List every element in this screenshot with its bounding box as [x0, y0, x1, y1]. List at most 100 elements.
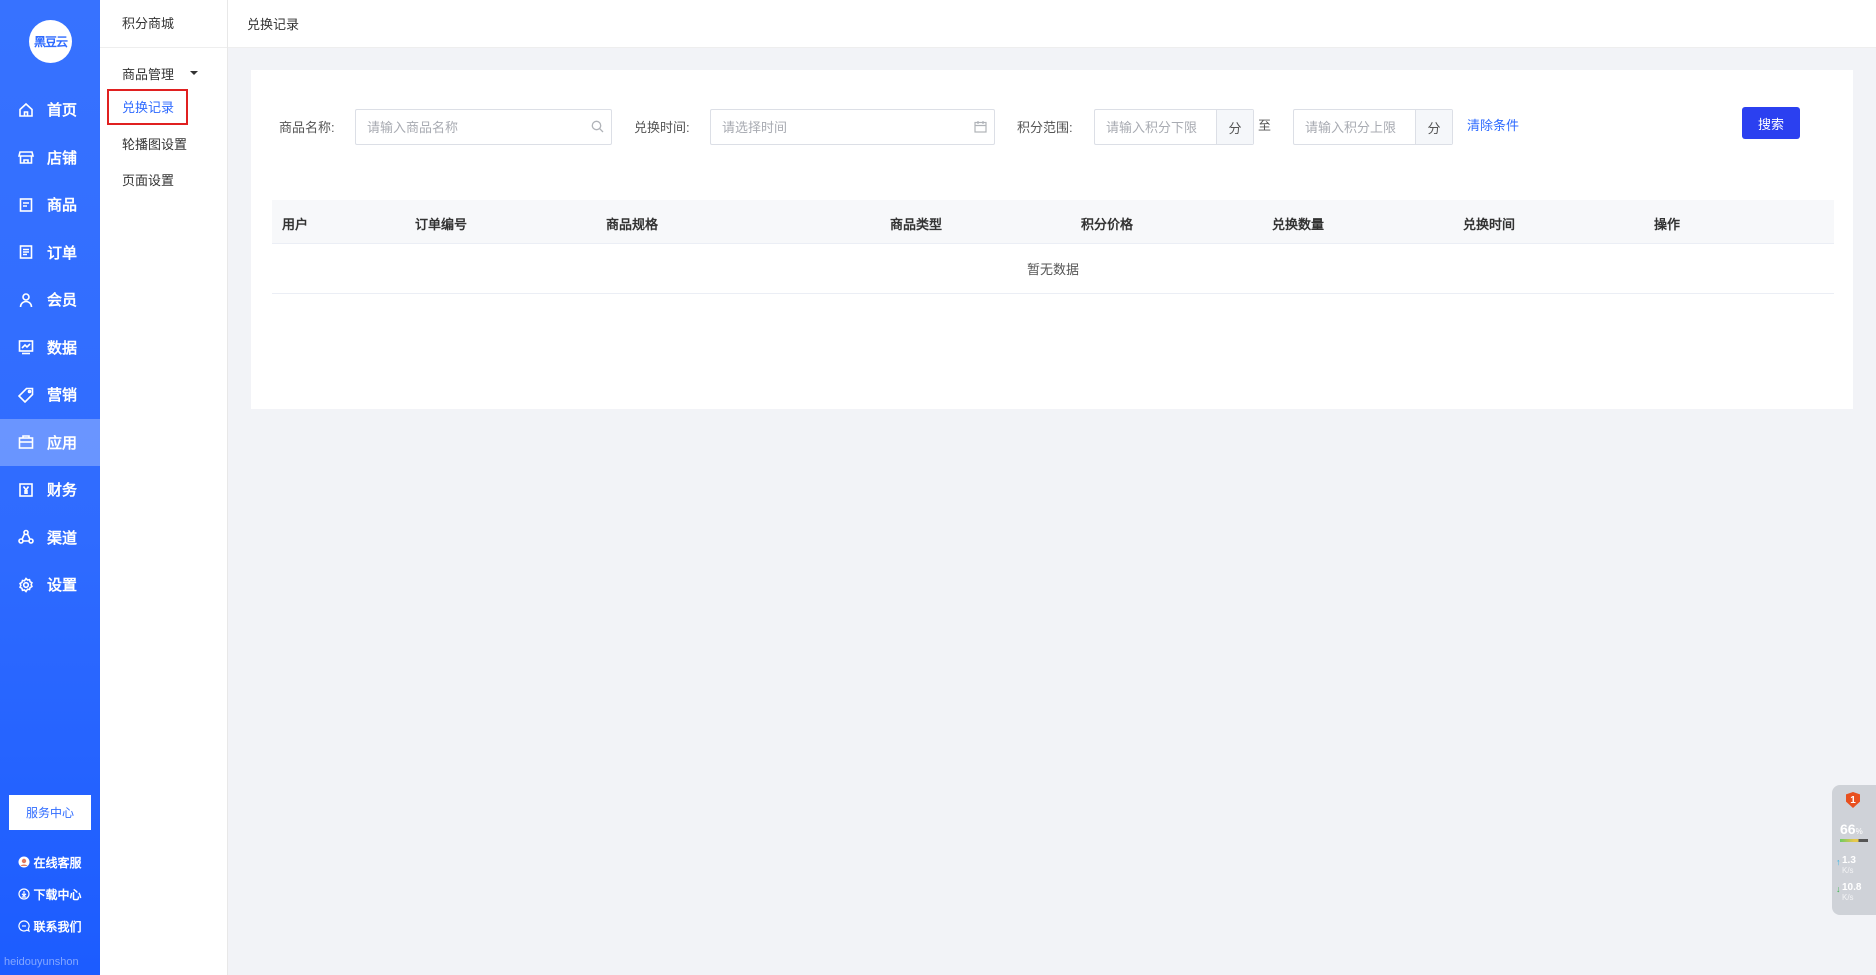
- column-header-spec: 商品规格: [606, 217, 659, 232]
- nav-label: 财务: [47, 482, 78, 500]
- nav-item-channel[interactable]: 渠道: [0, 514, 100, 562]
- goods-icon: [18, 197, 34, 213]
- submenu-item-label: 页面设置: [122, 172, 175, 188]
- brand-watermark: heidouyunshon: [4, 956, 79, 968]
- submenu-group-label: 商品管理: [122, 66, 175, 82]
- nav-label: 渠道: [47, 529, 78, 547]
- submenu-item-page-settings[interactable]: 页面设置: [100, 161, 227, 197]
- nav-item-store[interactable]: 店铺: [0, 134, 100, 182]
- download-arrow-icon: ↓: [1836, 884, 1841, 894]
- nav-item-home[interactable]: 首页: [0, 86, 100, 134]
- submenu-item-carousel-settings[interactable]: 轮播图设置: [100, 125, 227, 161]
- submenu-item-label: 兑换记录: [106, 89, 189, 125]
- store-icon: [18, 149, 34, 165]
- sidebar-links: 在线客服 下载中心 联系我们: [0, 846, 100, 942]
- points-max-unit: 分: [1415, 110, 1452, 144]
- upload-arrow-icon: ↑: [1836, 857, 1841, 867]
- submenu-item-exchange-records[interactable]: 兑换记录: [100, 89, 227, 125]
- nav-item-data[interactable]: 数据: [0, 324, 100, 372]
- table-empty-state: 暂无数据: [272, 244, 1834, 294]
- search-icon: [591, 120, 604, 133]
- nav-item-goods[interactable]: 商品: [0, 181, 100, 229]
- column-header-user: 用户: [282, 217, 309, 232]
- download-icon: [18, 888, 31, 900]
- points-max-field[interactable]: 分: [1293, 109, 1453, 145]
- nav-label: 应用: [47, 434, 78, 452]
- home-icon: [18, 102, 34, 118]
- upload-rate-value: 1.3: [1842, 855, 1856, 866]
- product-name-label: 商品名称:: [279, 120, 335, 135]
- download-center-link[interactable]: 下载中心: [0, 878, 100, 910]
- cpu-percent-value: 66: [1840, 821, 1856, 837]
- side-link-label: 在线客服: [33, 855, 82, 870]
- yen-icon: [18, 482, 34, 498]
- points-max-input[interactable]: [1294, 110, 1416, 144]
- usage-bar: [1840, 839, 1868, 842]
- points-min-field[interactable]: 分: [1094, 109, 1254, 145]
- exchange-time-field[interactable]: [710, 109, 995, 145]
- nav-label: 设置: [47, 577, 78, 595]
- side-link-label: 联系我们: [33, 919, 82, 934]
- service-center-button[interactable]: 服务中心: [9, 795, 91, 830]
- nav-item-marketing[interactable]: 营销: [0, 371, 100, 419]
- shield-badge-icon: 1: [1846, 792, 1860, 808]
- points-min-unit: 分: [1216, 110, 1253, 144]
- cpu-percent: 66%: [1840, 821, 1863, 837]
- nav-label: 商品: [47, 197, 78, 215]
- nav-label: 店铺: [47, 149, 78, 167]
- product-name-field[interactable]: [355, 109, 612, 145]
- exchange-time-label: 兑换时间:: [634, 120, 690, 135]
- column-header-quantity: 兑换数量: [1272, 217, 1325, 232]
- nav-label: 首页: [47, 102, 78, 120]
- caret-down-icon: [190, 71, 199, 75]
- avatar-icon: [18, 856, 30, 868]
- cpu-percent-unit: %: [1855, 827, 1863, 836]
- online-support-link[interactable]: 在线客服: [0, 846, 100, 878]
- brand-logo[interactable]: 黑豆云: [29, 20, 72, 63]
- nav-item-app[interactable]: 应用: [0, 418, 100, 466]
- submenu-title: 积分商城: [100, 0, 227, 48]
- member-icon: [18, 292, 34, 308]
- submenu-item-label: 轮播图设置: [122, 136, 188, 152]
- points-range-label: 积分范围:: [1017, 120, 1073, 135]
- system-monitor-widget[interactable]: 1 66% ↑ 1.3 K/s ↓ 10.8 K/s: [1832, 785, 1876, 915]
- nav-item-order[interactable]: 订单: [0, 229, 100, 277]
- records-table: 用户 订单编号 商品规格 商品类型 积分价格 兑换数量 兑换时间 操作 暂无数据: [272, 200, 1834, 294]
- column-header-actions: 操作: [1654, 217, 1681, 232]
- chart-icon: [18, 339, 34, 355]
- nav-label: 会员: [47, 292, 78, 310]
- upload-rate: 1.3 K/s: [1842, 856, 1856, 876]
- column-header-points-price: 积分价格: [1081, 217, 1134, 232]
- nav-label: 营销: [47, 387, 78, 405]
- product-name-input[interactable]: [356, 110, 611, 144]
- page-header: 兑换记录: [228, 0, 1876, 48]
- main-nav: 首页 店铺 商品 订单 会员 数据 营销 应用 财务 渠道 设置: [0, 86, 100, 609]
- nav-item-settings[interactable]: 设置: [0, 561, 100, 609]
- exchange-time-input[interactable]: [711, 110, 994, 144]
- search-button[interactable]: 搜索: [1742, 107, 1800, 139]
- clear-filters-link[interactable]: 清除条件: [1467, 115, 1519, 134]
- column-header-type: 商品类型: [890, 217, 943, 232]
- nav-item-finance[interactable]: 财务: [0, 466, 100, 514]
- gear-icon: [18, 576, 34, 593]
- download-rate: 10.8 K/s: [1842, 883, 1861, 903]
- records-card: 商品名称: 兑换时间: 积分范围: 分 至 分 清除条件 搜索 用户 订单编号 …: [251, 70, 1853, 409]
- order-icon: [18, 244, 34, 260]
- column-header-time: 兑换时间: [1463, 217, 1516, 232]
- main-sidebar: 黑豆云 首页 店铺 商品 订单 会员 数据 营销 应用 财务 渠道 设置 服务中…: [0, 0, 100, 975]
- submenu-group-goods-management[interactable]: 商品管理: [100, 62, 227, 84]
- range-separator: 至: [1258, 118, 1272, 133]
- nav-label: 数据: [47, 339, 78, 357]
- app-icon: [18, 434, 34, 450]
- chat-icon: [18, 920, 31, 932]
- contact-us-link[interactable]: 联系我们: [0, 910, 100, 942]
- page-title: 兑换记录: [247, 17, 300, 32]
- nav-item-member[interactable]: 会员: [0, 276, 100, 324]
- column-header-order-number: 订单编号: [415, 217, 468, 232]
- sub-sidebar: 积分商城 商品管理 兑换记录 轮播图设置 页面设置: [100, 0, 228, 975]
- upload-rate-unit: K/s: [1842, 866, 1854, 875]
- points-min-input[interactable]: [1095, 110, 1217, 144]
- side-link-label: 下载中心: [33, 887, 82, 902]
- download-rate-value: 10.8: [1842, 882, 1862, 893]
- calendar-icon: [974, 120, 987, 133]
